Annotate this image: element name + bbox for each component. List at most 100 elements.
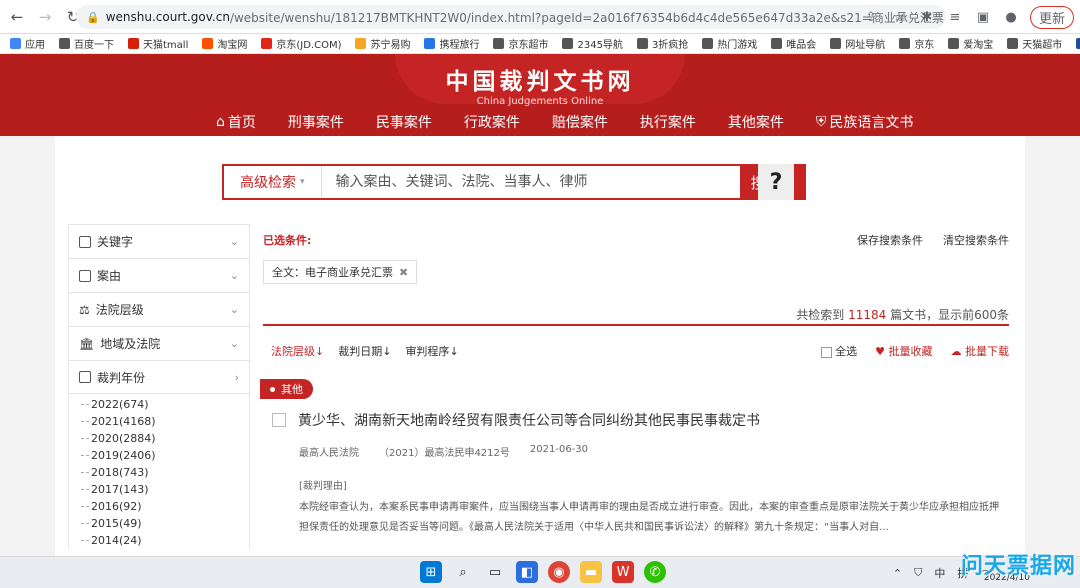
nav-other[interactable]: 其他案件 (712, 112, 800, 132)
extensions-icon[interactable]: ✱ (918, 10, 936, 25)
year-item[interactable]: 2018(743) (81, 464, 249, 481)
url-host: wenshu.court.gov.cn (105, 10, 230, 24)
bookmark-favicon-icon (899, 38, 911, 49)
filter-keyword[interactable]: 关键字 ⌄ (68, 224, 250, 258)
bulk-download-button[interactable]: ☁ 批量下载 (951, 343, 1010, 359)
nav-administrative[interactable]: 行政案件 (448, 112, 536, 132)
chevron-down-icon: ⌄ (229, 303, 239, 316)
site-logo[interactable]: 中国裁判文书网 China Judgements Online (395, 54, 685, 107)
address-bar[interactable]: 🔒 wenshu.court.gov.cn/website/wenshu/181… (76, 5, 946, 29)
chevron-up-icon[interactable]: ⌃ (893, 567, 902, 580)
advanced-search-dropdown[interactable]: 高级检索 ▾ (224, 166, 322, 198)
bookmark-item[interactable]: 律州律师网 (1076, 36, 1080, 51)
bookmark-item[interactable]: 百度一下 (59, 36, 114, 51)
cloud-download-icon: ☁ (950, 345, 962, 358)
profile-icon[interactable]: ● (1002, 10, 1020, 25)
bookmark-item[interactable]: 爱淘宝 (948, 36, 993, 51)
sort-court-level[interactable]: 法院层级↓ (271, 343, 324, 359)
nav-compensation[interactable]: 赔偿案件 (536, 112, 624, 132)
year-item[interactable]: 2019(2406) (81, 447, 249, 464)
sort-trial-procedure[interactable]: 审判程序↓ (405, 343, 458, 359)
filter-region-court[interactable]: 🏛 地域及法院 ⌄ (68, 326, 250, 360)
clear-search-button[interactable]: 清空搜索条件 (943, 232, 1009, 248)
case-checkbox[interactable] (272, 413, 286, 427)
year-item[interactable]: 2020(2884) (81, 430, 249, 447)
bookmark-favicon-icon (355, 38, 367, 49)
arrow-down-icon: ↓ (315, 345, 325, 358)
bookmark-item[interactable]: 网址导航 (830, 36, 885, 51)
chevron-down-icon: ⌄ (229, 269, 239, 282)
case-meta: 最高人民法院 （2021）最高法民申4212号 2021-06-30 (299, 444, 1012, 459)
save-search-button[interactable]: 保存搜索条件 (857, 232, 923, 248)
bookmark-item[interactable]: 京东(JD.COM) (261, 36, 341, 51)
bulk-favorite-button[interactable]: ♥ 批量收藏 (875, 343, 932, 359)
bookmark-item[interactable]: 淘宝网 (202, 36, 247, 51)
bookmark-favicon-icon (10, 38, 21, 49)
logo-cn: 中国裁判文书网 (445, 69, 635, 95)
nav-ethnic-language[interactable]: ⛨ 民族语言文书 (800, 112, 930, 132)
bookmark-favicon-icon (128, 38, 139, 49)
help-button[interactable]: ? (758, 164, 794, 200)
search-input[interactable] (321, 166, 740, 198)
windows-start-icon[interactable]: ⊞ (420, 561, 442, 583)
watermark-text: 问天票据网 (960, 554, 1076, 579)
year-item[interactable]: 2016(92) (81, 498, 249, 515)
bookmark-favicon-icon (636, 38, 648, 49)
nav-execution[interactable]: 执行案件 (624, 112, 712, 132)
case-type-tag: 其他 (260, 379, 313, 399)
filter-year[interactable]: 裁判年份 › (68, 360, 250, 394)
bookmark-item[interactable]: 天猫超市 (1007, 36, 1062, 51)
reading-list-icon[interactable]: ≡ (946, 10, 964, 25)
filter-cause[interactable]: 案由 ⌄ (68, 258, 250, 292)
taskbar: ⊞ ⌕ ▭ ◧ ◉ ▬ W ✆ ⌃ ⛉ 中 拼 ◠ 2022/4/10 (0, 556, 1080, 588)
bookmark-favicon-icon (59, 38, 70, 49)
update-button[interactable]: 更新 (1029, 6, 1074, 29)
wps-icon[interactable]: W (612, 561, 634, 583)
star-icon[interactable]: ☆ (890, 10, 908, 25)
year-item[interactable]: 2022(674) (81, 396, 249, 413)
bookmark-item[interactable]: 天猫tmall (128, 36, 188, 51)
nav-criminal[interactable]: 刑事案件 (272, 112, 360, 132)
bookmark-favicon-icon (424, 38, 436, 49)
year-item[interactable]: 2014(24) (81, 532, 249, 549)
sort-judgment-date[interactable]: 裁判日期↓ (338, 343, 391, 359)
close-icon[interactable]: ✖ (399, 266, 408, 279)
nav-civil[interactable]: 民事案件 (360, 112, 448, 132)
share-icon[interactable]: ⇪ (862, 10, 880, 25)
year-item[interactable]: 2017(143) (81, 481, 249, 498)
bookmark-item[interactable]: 2345导航 (562, 36, 623, 51)
ime-lang[interactable]: 中 (934, 565, 945, 581)
bookmark-item[interactable]: 热门游戏 (702, 36, 757, 51)
bookmark-favicon-icon (702, 38, 714, 49)
forward-icon[interactable]: → (34, 6, 56, 28)
home-icon: ⌂ (216, 114, 225, 130)
wechat-icon[interactable]: ✆ (644, 561, 666, 583)
year-item[interactable]: 2015(49) (81, 515, 249, 532)
widgets-icon[interactable]: ◧ (516, 561, 538, 583)
back-icon[interactable]: ← (6, 6, 28, 28)
bookmark-item[interactable]: 应用 (10, 36, 45, 51)
case-title-link[interactable]: 黄少华、湖南新天地南岭经贸有限责任公司等合同纠纷其他民事民事裁定书 (298, 410, 760, 430)
security-icon[interactable]: ⛉ (914, 566, 922, 580)
bookmark-item[interactable]: 苏宁易购 (355, 36, 410, 51)
chrome-icon[interactable]: ◉ (548, 561, 570, 583)
bookmark-favicon-icon (261, 38, 273, 49)
bookmark-item[interactable]: 唯品会 (771, 36, 816, 51)
case-court: 最高人民法院 (299, 448, 359, 459)
browser-actions: ⇪ ☆ ✱ ≡ ▣ ● 更新 (862, 6, 1074, 29)
sidebar-icon[interactable]: ▣ (974, 10, 992, 25)
search-icon[interactable]: ⌕ (452, 561, 474, 583)
bookmark-item[interactable]: 携程旅行 (424, 36, 479, 51)
case-number: （2021）最高法民申4212号 (379, 448, 510, 459)
bookmark-item[interactable]: 京东 (899, 36, 934, 51)
nav-home[interactable]: ⌂ 首页 (200, 112, 272, 132)
bookmark-item[interactable]: 3折疯抢 (636, 36, 688, 51)
filter-court-level[interactable]: ⚖ 法院层级 ⌄ (68, 292, 250, 326)
year-item[interactable]: 2021(4168) (81, 413, 249, 430)
file-explorer-icon[interactable]: ▬ (580, 561, 602, 583)
document-icon (79, 235, 91, 248)
bookmark-item[interactable]: 京东超市 (493, 36, 548, 51)
year-list: 2022(674) 2021(4168) 2020(2884) 2019(2406) 2… (68, 394, 250, 549)
select-all-checkbox[interactable]: 全选 (821, 343, 857, 359)
task-view-icon[interactable]: ▭ (484, 561, 506, 583)
